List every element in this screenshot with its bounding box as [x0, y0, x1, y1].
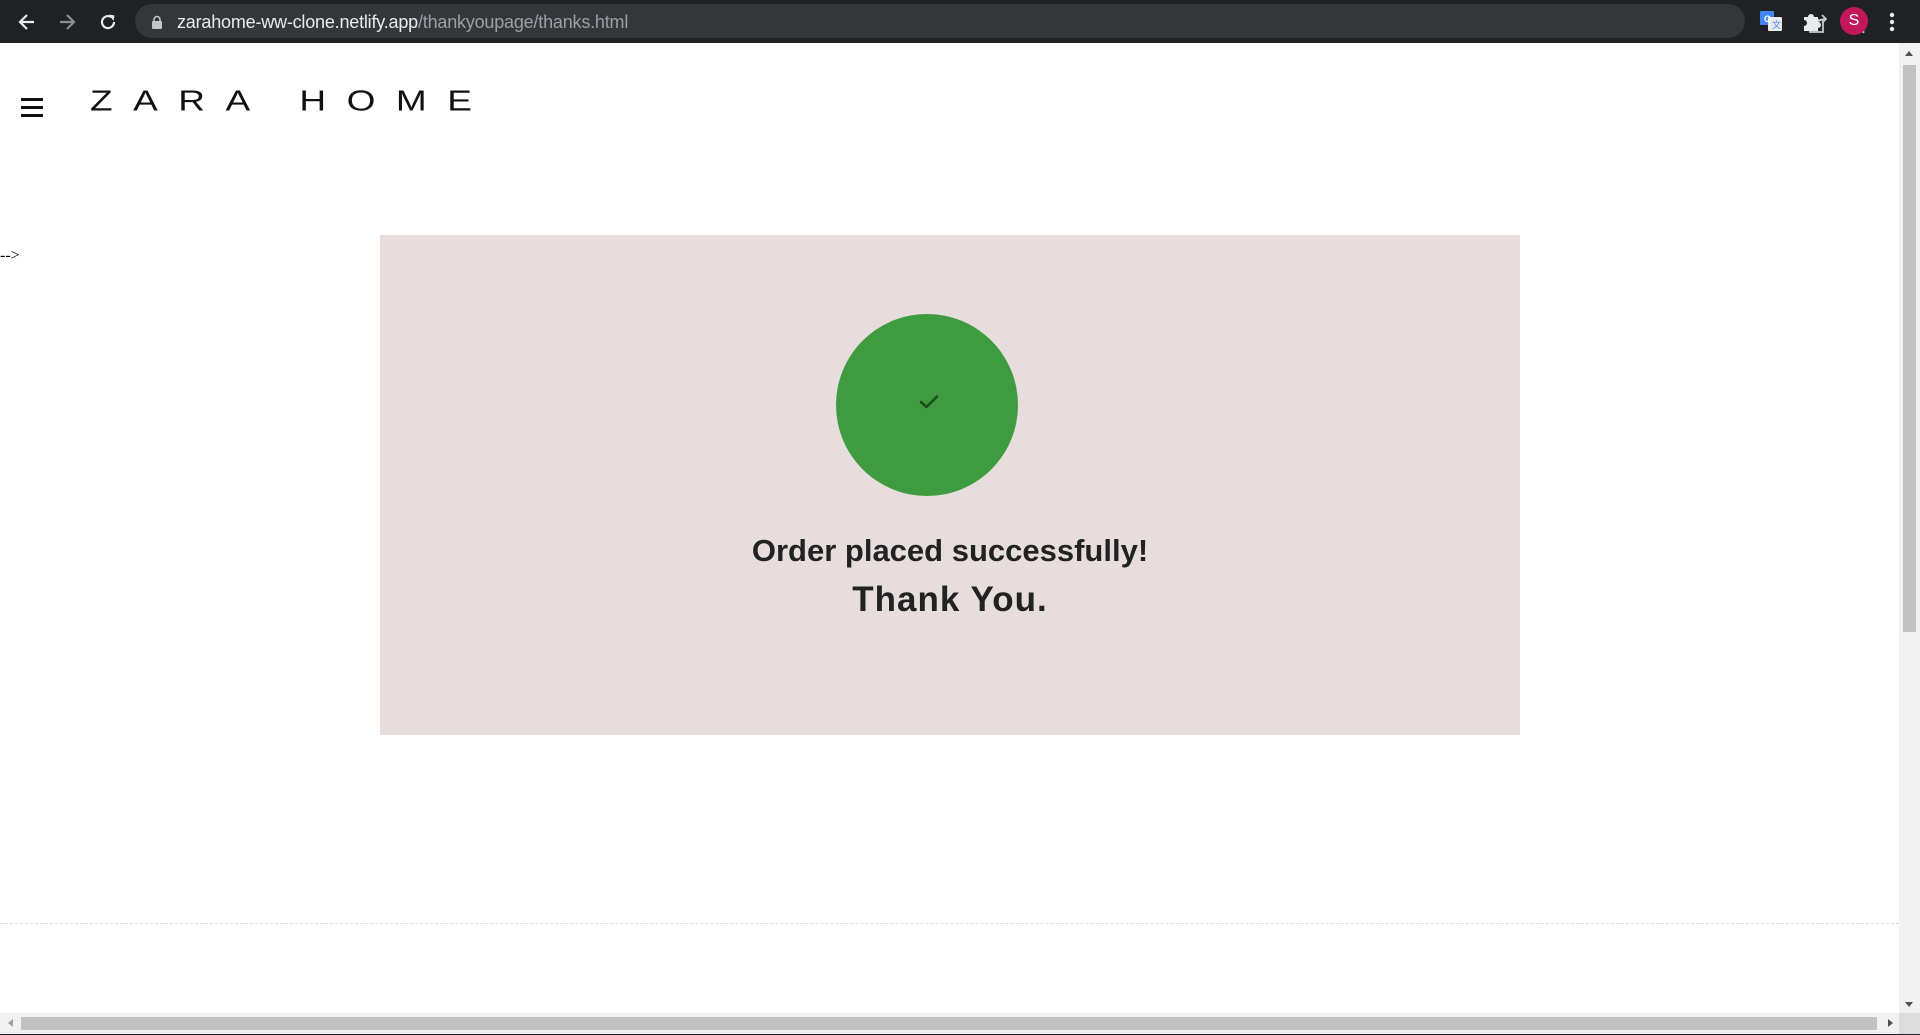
scroll-left-arrow-icon[interactable] — [8, 1019, 13, 1027]
scroll-right-arrow-icon[interactable] — [1888, 1019, 1893, 1027]
hamburger-line — [21, 114, 43, 117]
horizontal-scroll-thumb[interactable] — [21, 1017, 1877, 1030]
reload-icon — [100, 14, 116, 30]
footer-divider — [0, 923, 1899, 924]
check-icon — [919, 395, 939, 409]
confirmation-card: Order placed successfully! Thank You. — [380, 235, 1520, 735]
browser-toolbar: zarahome-ww-clone.netlify.app/thankyoupa… — [0, 0, 1920, 43]
profile-avatar[interactable]: S — [1840, 7, 1868, 35]
url-host: zarahome-ww-clone.netlify.app — [177, 12, 418, 32]
vertical-scrollbar[interactable] — [1899, 43, 1920, 1013]
stray-text: --> — [0, 247, 20, 264]
svg-text:G: G — [1764, 14, 1771, 24]
hamburger-icon[interactable] — [21, 98, 43, 118]
hamburger-line — [21, 106, 43, 109]
puzzle-icon[interactable] — [1799, 8, 1825, 34]
url-text: zarahome-ww-clone.netlify.app/thankyoupa… — [177, 12, 628, 32]
order-success-message: Order placed successfully! — [751, 533, 1149, 568]
scroll-corner — [1899, 1013, 1920, 1034]
brand-logo[interactable]: ZARA HOME — [90, 85, 492, 118]
success-circle — [836, 314, 1018, 496]
more-vert-icon[interactable] — [1882, 10, 1902, 34]
translate-icon[interactable]: G 文 — [1758, 8, 1784, 34]
back-arrow-icon — [18, 14, 34, 30]
page-viewport: ZARA HOME --> Order placed successfully!… — [0, 43, 1899, 1013]
forward-button[interactable] — [53, 8, 81, 36]
hamburger-line — [21, 98, 43, 101]
scroll-up-arrow-icon[interactable] — [1905, 51, 1913, 56]
scroll-down-arrow-icon[interactable] — [1905, 1002, 1913, 1007]
back-button[interactable] — [13, 8, 41, 36]
thank-you-message: Thank You. — [852, 580, 1048, 619]
forward-arrow-icon — [60, 14, 76, 30]
horizontal-scrollbar[interactable] — [0, 1013, 1899, 1034]
url-path: /thankyoupage/thanks.html — [417, 12, 629, 32]
svg-text:文: 文 — [1772, 19, 1781, 30]
address-bar[interactable]: zarahome-ww-clone.netlify.app/thankyoupa… — [135, 4, 1868, 38]
lock-icon — [152, 15, 162, 29]
reload-button[interactable] — [94, 8, 122, 36]
vertical-scroll-thumb[interactable] — [1903, 65, 1916, 632]
